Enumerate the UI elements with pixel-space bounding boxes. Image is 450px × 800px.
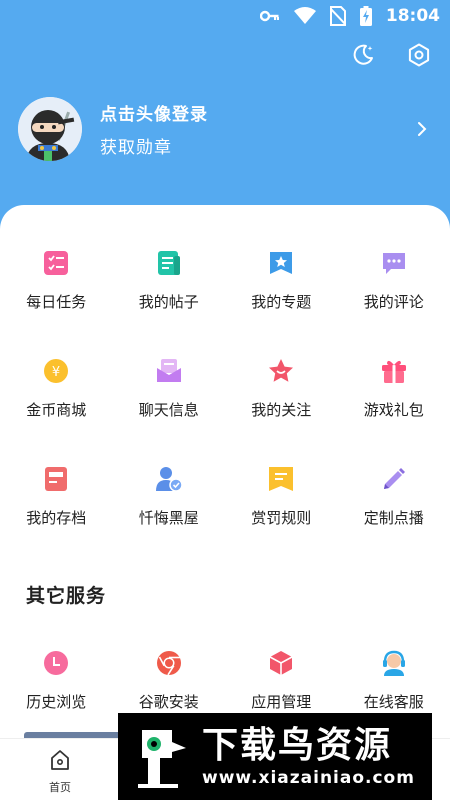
service-label: 历史浏览 [26, 693, 87, 711]
wifi-icon [293, 7, 316, 25]
headset-icon [380, 649, 408, 677]
nav-home-label: 首页 [49, 781, 71, 794]
menu-label: 定制点播 [363, 509, 424, 527]
star-icon [267, 357, 295, 385]
bookmark-star-icon [267, 249, 295, 277]
menu-chat-messages[interactable]: 聊天信息 [113, 357, 226, 465]
menu-label: 我的评论 [363, 293, 424, 311]
pencil-icon [380, 465, 408, 493]
gear-icon [407, 43, 431, 71]
mail-icon [155, 357, 183, 385]
service-label: 应用管理 [251, 693, 312, 711]
watermark-banner: 下载鸟资源 www.xiazainiao.com [118, 713, 432, 800]
menu-my-posts[interactable]: 我的帖子 [113, 249, 226, 357]
menu-my-topics[interactable]: 我的专题 [225, 249, 338, 357]
service-label: 在线客服 [363, 693, 424, 711]
chevron-right-icon[interactable] [412, 119, 432, 139]
battery-charging-icon [359, 6, 372, 26]
menu-custom-request[interactable]: 定制点播 [338, 465, 450, 573]
medal-text: 获取勋章 [100, 138, 172, 158]
menu-coin-mall[interactable]: ¥ 金币商城 [0, 357, 113, 465]
menu-label: 我的专题 [251, 293, 312, 311]
menu-label: 赏罚规则 [251, 509, 312, 527]
main-menu-grid: 每日任务 我的帖子 我的专题 我的评论 ¥ 金币商城 聊天信息 我的关注 游戏礼… [0, 249, 450, 573]
user-lock-icon [155, 465, 183, 493]
other-services-title: 其它服务 [26, 585, 107, 607]
no-sim-icon [329, 6, 346, 26]
cube-icon [267, 649, 295, 677]
status-time: 18:04 [385, 6, 440, 26]
checklist-icon [42, 249, 70, 277]
service-label: 谷歌安装 [138, 693, 199, 711]
chrome-icon [155, 649, 183, 677]
profile-text: 点击头像登录 获取勋章 [100, 100, 412, 158]
profile-login-row[interactable]: 点击头像登录 获取勋章 [18, 97, 432, 161]
settings-button[interactable] [406, 43, 432, 71]
menu-my-comments[interactable]: 我的评论 [338, 249, 450, 357]
coin-icon: ¥ [42, 357, 70, 385]
menu-card: 每日任务 我的帖子 我的专题 我的评论 ¥ 金币商城 聊天信息 我的关注 游戏礼… [0, 205, 450, 800]
menu-label: 游戏礼包 [363, 401, 424, 419]
menu-daily-tasks[interactable]: 每日任务 [0, 249, 113, 357]
menu-repentance-room[interactable]: 忏悔黑屋 [113, 465, 226, 573]
menu-my-archive[interactable]: 我的存档 [0, 465, 113, 573]
nav-home[interactable]: 首页 [38, 749, 82, 795]
menu-label: 我的关注 [251, 401, 312, 419]
bird-logo-icon [132, 724, 190, 790]
menu-reward-rules[interactable]: 赏罚规则 [225, 465, 338, 573]
menu-label: 我的帖子 [138, 293, 199, 311]
key-icon [259, 9, 280, 23]
menu-label: 忏悔黑屋 [138, 509, 199, 527]
status-bar: 18:04 [0, 0, 450, 32]
watermark-text: 下载鸟资源 www.xiazainiao.com [202, 724, 415, 788]
menu-my-follows[interactable]: 我的关注 [225, 357, 338, 465]
rules-icon [267, 465, 295, 493]
clock-icon [42, 649, 70, 677]
svg-text:¥: ¥ [52, 365, 60, 380]
menu-label: 金币商城 [26, 401, 87, 419]
login-prompt: 点击头像登录 [100, 105, 208, 125]
menu-game-gifts[interactable]: 游戏礼包 [338, 357, 450, 465]
moon-icon [351, 43, 375, 71]
watermark-url: www.xiazainiao.com [202, 767, 415, 788]
document-icon [155, 249, 183, 277]
gift-icon [380, 357, 408, 385]
home-icon [49, 749, 71, 775]
avatar[interactable] [18, 97, 82, 161]
menu-label: 聊天信息 [138, 401, 199, 419]
comment-icon [380, 249, 408, 277]
watermark-title: 下载鸟资源 [202, 724, 393, 766]
archive-icon [42, 465, 70, 493]
night-mode-button[interactable] [350, 44, 376, 70]
menu-label: 每日任务 [26, 293, 87, 311]
menu-label: 我的存档 [26, 509, 87, 527]
top-actions [350, 43, 432, 71]
